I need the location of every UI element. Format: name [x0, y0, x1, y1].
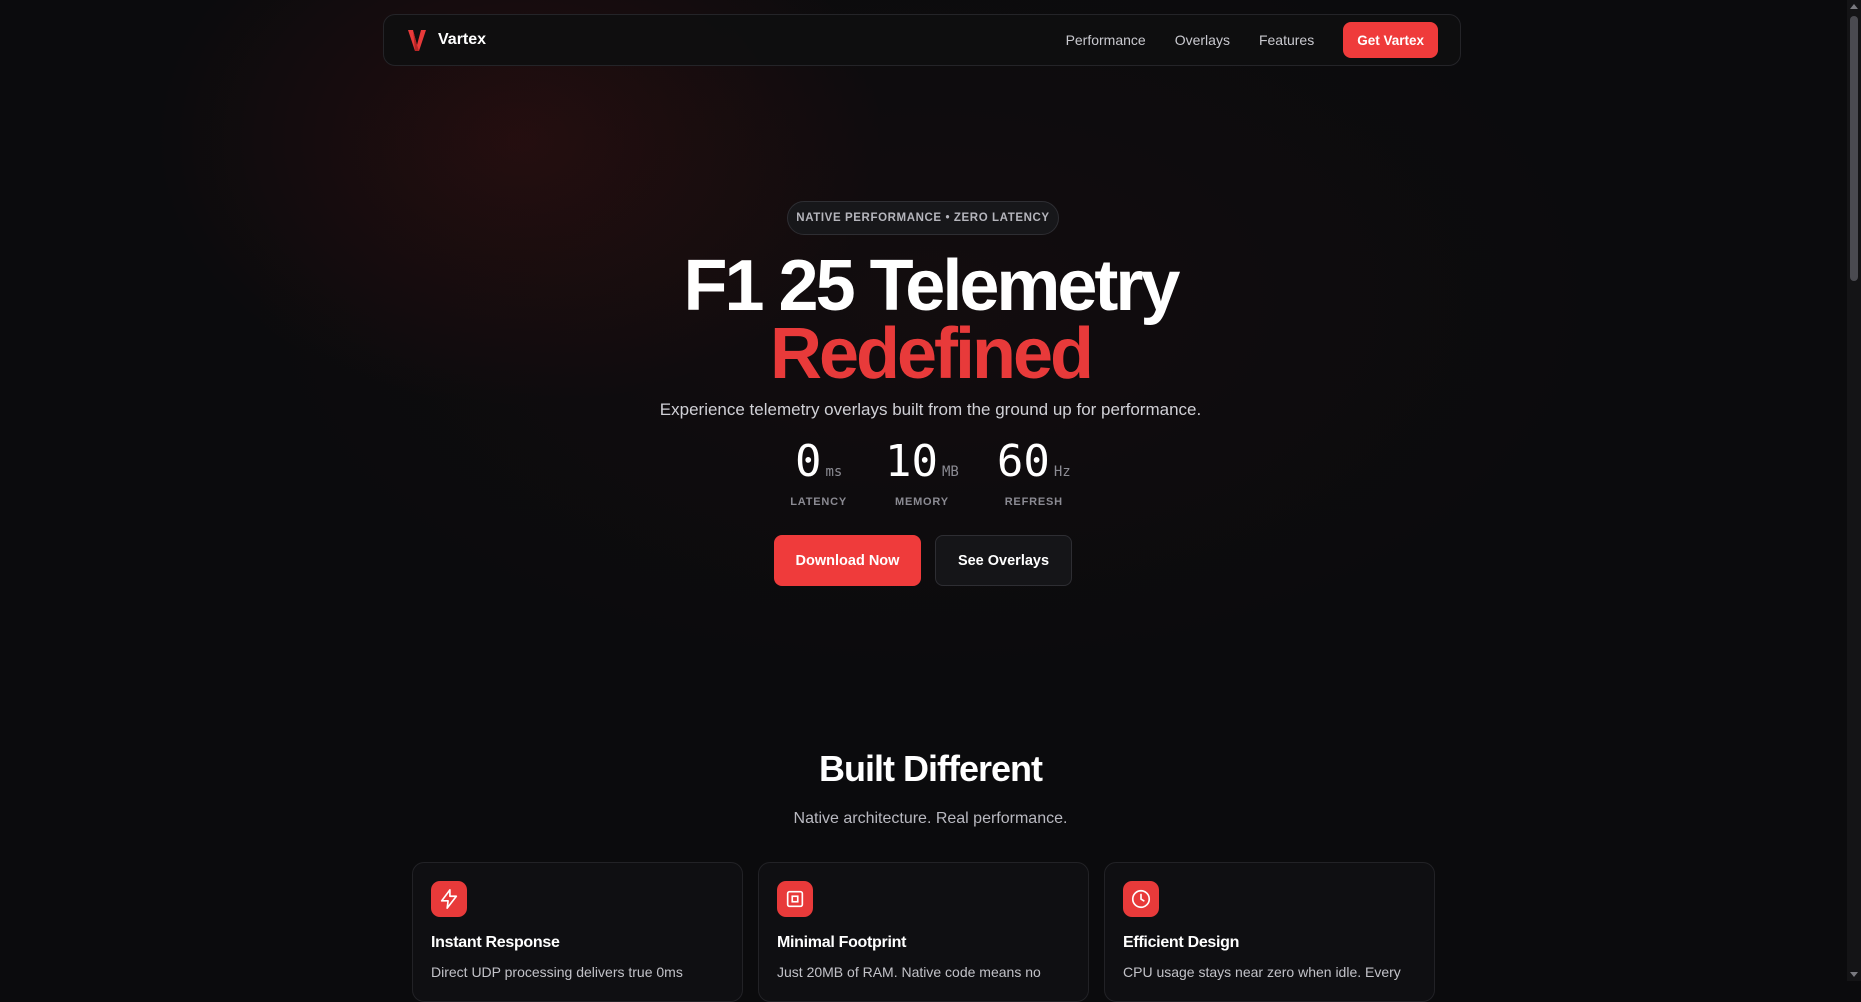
stat-memory: 10 MB MEMORY [885, 436, 959, 509]
stat-value: 60 [996, 436, 1050, 487]
scroll-up-icon[interactable] [1850, 4, 1858, 9]
stat-value: 0 [794, 436, 822, 487]
see-overlays-button[interactable]: See Overlays [935, 535, 1072, 586]
feature-card-efficient-design: Efficient Design CPU usage stays near ze… [1104, 862, 1435, 1002]
card-text: Direct UDP processing delivers true 0ms [431, 964, 683, 980]
lightning-icon [431, 881, 467, 917]
top-navbar: Vartex Performance Overlays Features Get… [383, 14, 1461, 66]
stat-refresh: 60 Hz REFRESH [996, 436, 1071, 509]
scrollbar-thumb[interactable] [1850, 16, 1858, 281]
card-title: Efficient Design [1123, 934, 1240, 951]
hero-title: F1 25 Telemetry [683, 246, 1181, 326]
stat-unit: Hz [1053, 464, 1071, 480]
nav-link-performance[interactable]: Performance [1066, 32, 1146, 48]
card-text: CPU usage stays near zero when idle. Eve… [1123, 964, 1401, 980]
hero-stats: 0 ms LATENCY 10 MB MEMORY 60 Hz REFRESH [0, 436, 1861, 509]
feature-card-instant-response: Instant Response Direct UDP processing d… [412, 862, 743, 1002]
brand[interactable]: Vartex [406, 27, 486, 53]
stat-latency: 0 ms LATENCY [790, 436, 848, 509]
stat-unit: MB [942, 464, 959, 480]
brand-name: Vartex [438, 31, 487, 48]
nav-links: Performance Overlays Features Get Vartex [1066, 22, 1438, 58]
section-subtitle: Native architecture. Real performance. [793, 810, 1068, 827]
section-title: Built Different [819, 748, 1043, 789]
hero-title-accent: Redefined [769, 314, 1094, 394]
stat-label: REFRESH [1004, 496, 1063, 508]
page-scrollbar[interactable] [1847, 0, 1861, 981]
nav-link-features[interactable]: Features [1259, 32, 1314, 48]
hero-badge: NATIVE PERFORMANCE • ZERO LATENCY [787, 201, 1059, 235]
get-vartex-button[interactable]: Get Vartex [1343, 22, 1438, 58]
download-now-button[interactable]: Download Now [774, 535, 921, 586]
card-title: Minimal Footprint [777, 934, 907, 951]
feature-card-minimal-footprint: Minimal Footprint Just 20MB of RAM. Nati… [758, 862, 1089, 1002]
card-title: Instant Response [431, 934, 560, 951]
stat-unit: ms [825, 464, 843, 480]
chip-icon [777, 881, 813, 917]
stat-label: MEMORY [894, 496, 949, 508]
hero-subtitle: Experience telemetry overlays built from… [659, 400, 1202, 419]
scroll-down-icon[interactable] [1850, 972, 1858, 977]
card-text: Just 20MB of RAM. Native code means no [777, 964, 1041, 980]
clock-icon [1123, 881, 1159, 917]
nav-link-overlays[interactable]: Overlays [1175, 32, 1230, 48]
stat-value: 10 [885, 436, 938, 487]
v-logo-icon [408, 30, 426, 51]
stat-label: LATENCY [790, 496, 848, 508]
